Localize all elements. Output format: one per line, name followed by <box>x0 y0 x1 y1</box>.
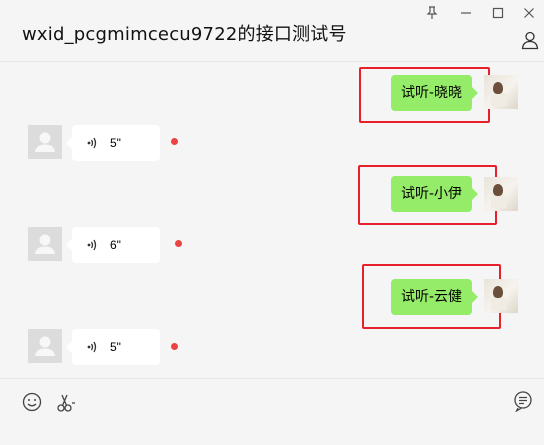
chat-title: wxid_pcgmimcecu9722的接口测试号 <box>22 24 347 45</box>
emoji-button[interactable] <box>21 391 45 415</box>
voice-wave-icon <box>87 239 97 251</box>
avatar[interactable] <box>28 125 62 159</box>
chat-history-icon <box>514 391 532 413</box>
smiley-icon <box>22 392 42 412</box>
voice-duration: 5" <box>110 340 121 354</box>
scissors-icon <box>57 394 75 412</box>
unread-dot <box>171 343 178 350</box>
voice-duration: 6" <box>110 238 121 252</box>
voice-duration: 5" <box>110 136 121 150</box>
screenshot-button[interactable] <box>55 391 79 415</box>
voice-message-bubble[interactable]: 6" <box>66 227 160 263</box>
pin-icon <box>426 6 438 19</box>
voice-message-bubble[interactable]: 5" <box>66 329 160 365</box>
close-button[interactable] <box>518 4 540 22</box>
maximize-icon <box>492 7 504 19</box>
maximize-button[interactable] <box>487 4 509 22</box>
default-avatar-icon <box>35 336 55 356</box>
voice-message-bubble[interactable]: 5" <box>66 125 160 161</box>
chat-header: wxid_pcgmimcecu9722的接口测试号 <box>0 0 544 62</box>
minimize-icon <box>461 12 471 14</box>
avatar[interactable] <box>484 75 518 109</box>
pin-button[interactable] <box>421 4 443 22</box>
minimize-button[interactable] <box>455 4 477 22</box>
voice-wave-icon <box>87 137 97 149</box>
default-avatar-icon <box>35 234 55 254</box>
avatar[interactable] <box>484 177 518 211</box>
input-toolbar <box>0 378 544 445</box>
person-icon <box>521 31 539 50</box>
default-avatar-icon <box>35 132 55 152</box>
chat-info-button[interactable] <box>520 30 540 50</box>
chat-window: wxid_pcgmimcecu9722的接口测试号 试听-晓晓 5" 试听-小伊… <box>0 0 544 445</box>
avatar[interactable] <box>484 279 518 313</box>
unread-dot <box>171 138 178 145</box>
chat-history-button[interactable] <box>512 390 536 414</box>
avatar[interactable] <box>28 329 62 363</box>
message-bubble[interactable]: 试听-云健 <box>391 279 479 315</box>
avatar[interactable] <box>28 227 62 261</box>
unread-dot <box>175 240 182 247</box>
close-icon <box>524 8 534 18</box>
message-bubble[interactable]: 试听-小伊 <box>391 176 479 212</box>
voice-wave-icon <box>87 341 97 353</box>
message-list[interactable]: 试听-晓晓 5" 试听-小伊 6" 试听-云健 5" <box>0 63 544 377</box>
message-bubble[interactable]: 试听-晓晓 <box>391 75 479 111</box>
